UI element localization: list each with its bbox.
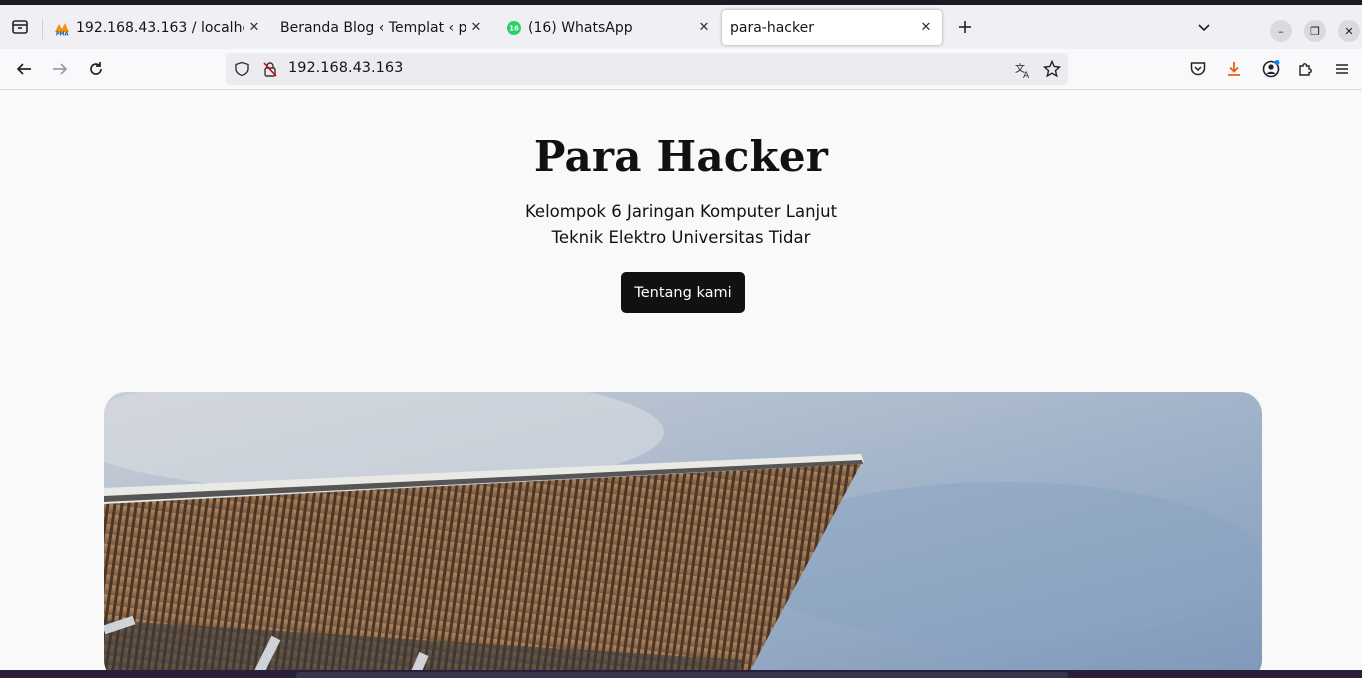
- site-tagline-line2: Teknik Elektro Universitas Tidar: [551, 228, 811, 247]
- web-page: Para Hacker Kelompok 6 Jaringan Komputer…: [0, 90, 1362, 670]
- about-us-button[interactable]: Tentang kami: [621, 272, 745, 313]
- downloads-button[interactable]: [1222, 57, 1246, 81]
- close-tab-icon[interactable]: ✕: [694, 18, 714, 38]
- navigation-toolbar: 192.168.43.163 文 A: [0, 49, 1362, 90]
- reload-icon: [90, 62, 102, 75]
- address-bar[interactable]: 192.168.43.163 文 A: [226, 53, 1068, 85]
- close-tab-icon[interactable]: ✕: [916, 18, 936, 38]
- restore-button[interactable]: ❐: [1304, 20, 1326, 42]
- tab-overview-button[interactable]: [8, 15, 32, 39]
- whatsapp-badge: 16: [509, 24, 519, 32]
- url-text: 192.168.43.163: [288, 60, 404, 76]
- tab-title: para-hacker: [730, 19, 814, 36]
- minimize-icon: –: [1278, 24, 1284, 38]
- extensions-button[interactable]: [1294, 57, 1318, 81]
- forward-button[interactable]: [48, 57, 72, 81]
- account-icon: [1262, 60, 1280, 78]
- account-button[interactable]: [1259, 57, 1283, 81]
- tab-phpmyadmin[interactable]: PMA 192.168.43.163 / localhost ✕: [54, 10, 264, 45]
- tab-blog-template[interactable]: Beranda Blog ‹ Templat ‹ para-hacker ✕: [280, 10, 486, 45]
- phpmyadmin-icon: PMA: [55, 22, 69, 36]
- tab-title: 192.168.43.163 / localhost: [76, 19, 244, 36]
- tab-separator: [42, 19, 43, 39]
- tab-para-hacker[interactable]: para-hacker ✕: [722, 10, 942, 45]
- whatsapp-icon: 16: [507, 20, 521, 35]
- svg-text:PMA: PMA: [56, 31, 69, 36]
- reload-button[interactable]: [84, 57, 108, 81]
- svg-text:A: A: [1023, 71, 1030, 79]
- app-menu-button[interactable]: [1330, 57, 1354, 81]
- chevron-down-icon: [1198, 24, 1210, 32]
- tab-title: (16) WhatsApp: [528, 19, 633, 36]
- tab-whatsapp[interactable]: 16 (16) WhatsApp ✕: [506, 10, 714, 45]
- back-button[interactable]: [12, 57, 36, 81]
- tray-icon: [12, 20, 28, 34]
- new-tab-button[interactable]: [953, 15, 977, 39]
- close-tab-icon[interactable]: ✕: [244, 18, 264, 38]
- hero-image: [104, 392, 1262, 670]
- pocket-icon: [1190, 62, 1206, 76]
- list-all-tabs-button[interactable]: [1192, 15, 1216, 39]
- close-icon: ✕: [1344, 24, 1354, 38]
- hamburger-menu-icon: [1336, 64, 1348, 74]
- site-tagline-line1: Kelompok 6 Jaringan Komputer Lanjut: [524, 202, 838, 221]
- pocket-button[interactable]: [1186, 57, 1210, 81]
- tab-title: Beranda Blog ‹ Templat ‹ para-hacker: [280, 19, 466, 36]
- close-tab-icon[interactable]: ✕: [466, 18, 486, 38]
- minimize-button[interactable]: –: [1270, 20, 1292, 42]
- os-taskbar-edge: [0, 670, 1362, 678]
- plus-icon: [959, 21, 971, 33]
- shield-icon: [235, 61, 249, 77]
- translate-icon[interactable]: 文 A: [1014, 61, 1032, 79]
- site-title[interactable]: Para Hacker: [0, 132, 1362, 181]
- bookmark-star-icon[interactable]: [1043, 60, 1061, 78]
- close-window-button[interactable]: ✕: [1338, 20, 1360, 42]
- arrow-right-icon: [53, 63, 68, 75]
- download-icon: [1228, 62, 1240, 76]
- restore-icon: ❐: [1310, 24, 1320, 38]
- insecure-lock-icon: [263, 62, 277, 77]
- tab-bar: PMA 192.168.43.163 / localhost ✕ Beranda…: [0, 5, 1362, 49]
- dock-edge: [296, 672, 1068, 678]
- building-canopy-image: [104, 392, 1262, 670]
- arrow-left-icon: [16, 63, 31, 75]
- puzzle-icon: [1299, 63, 1312, 76]
